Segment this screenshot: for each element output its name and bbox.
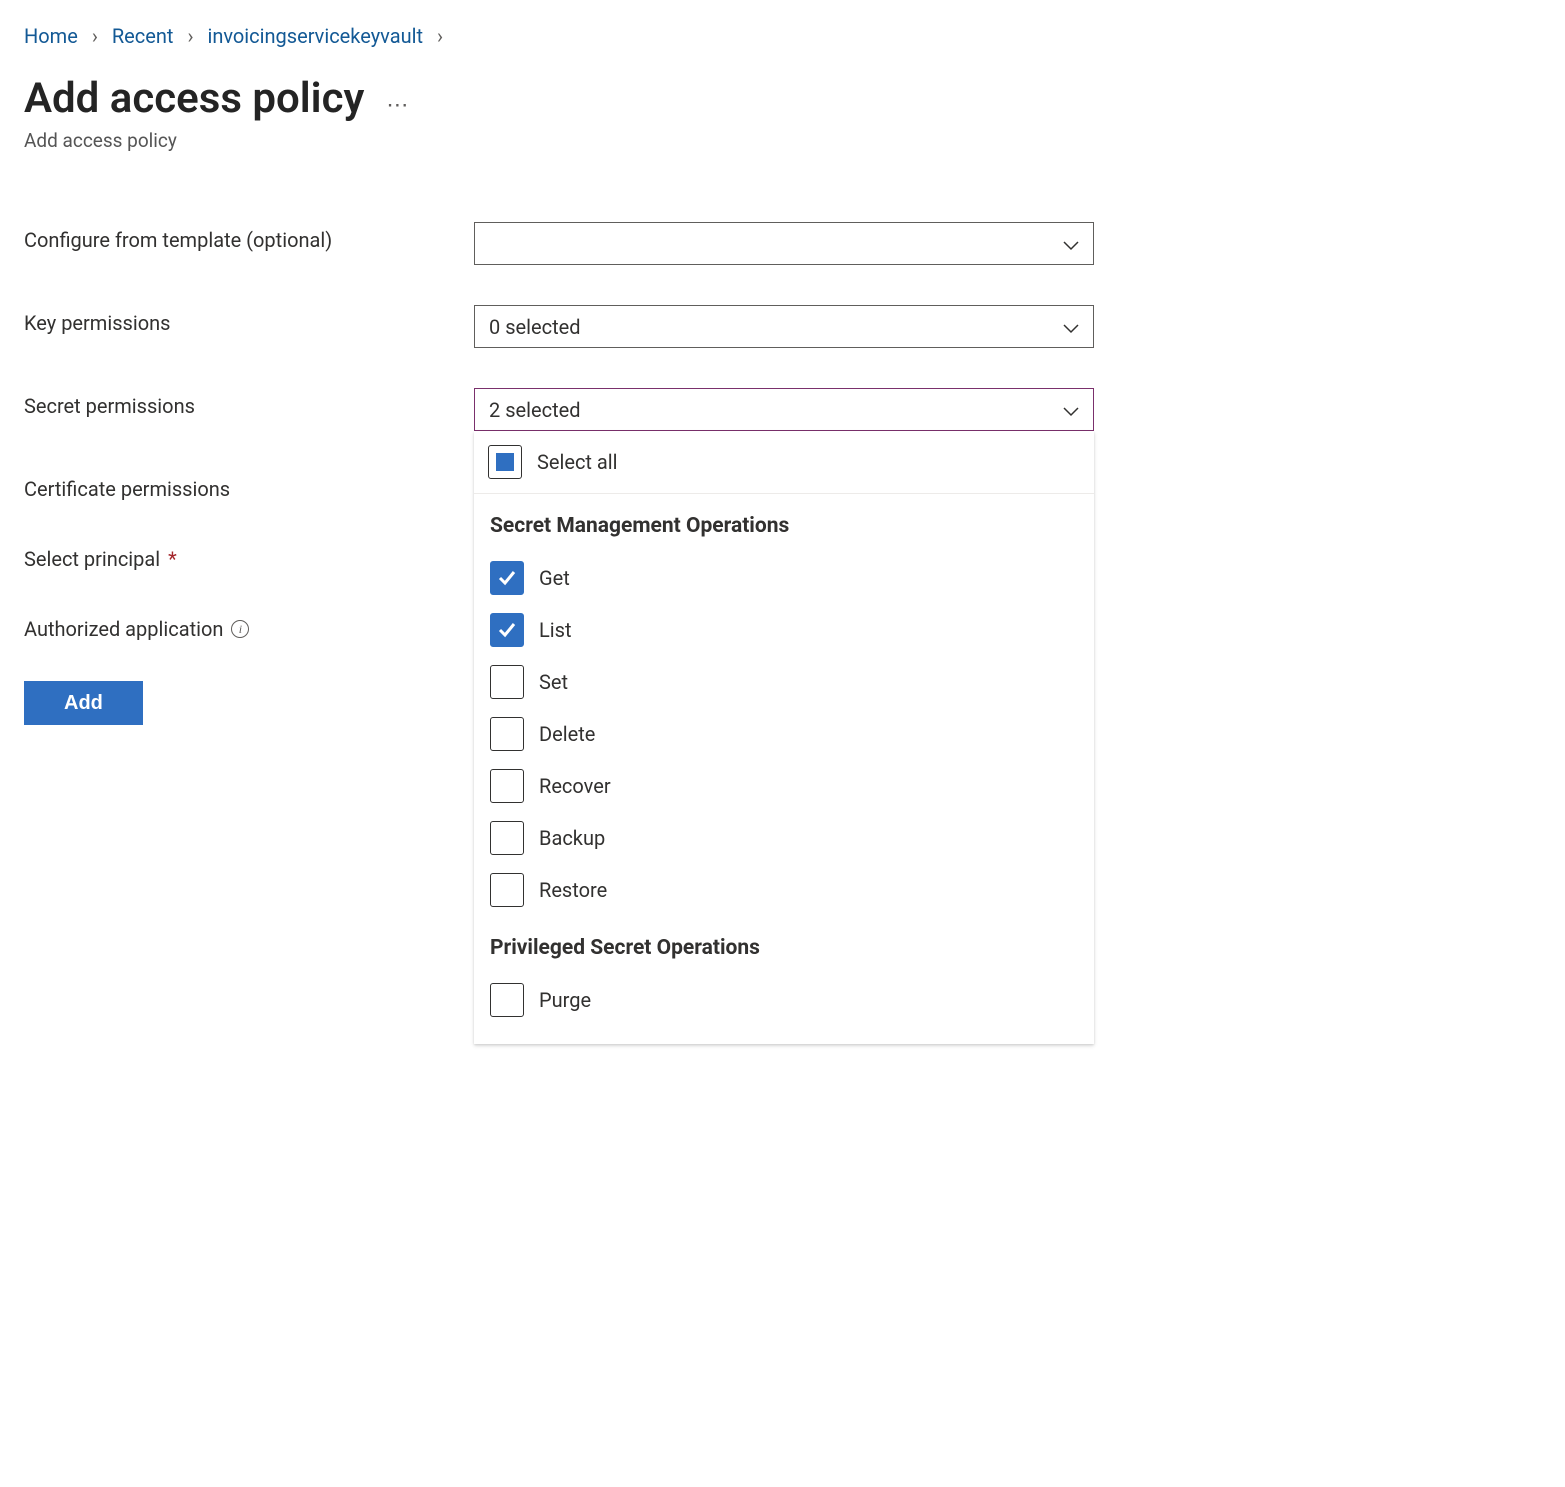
chevron-down-icon	[1063, 232, 1079, 256]
more-options-icon[interactable]: ⋯	[386, 79, 409, 118]
dropdown-option[interactable]: Delete	[474, 708, 1094, 760]
secret-permissions-value: 2 selected	[489, 398, 581, 422]
select-all-label: Select all	[537, 450, 618, 474]
key-permissions-select[interactable]: 0 selected	[474, 305, 1094, 348]
template-label: Configure from template (optional)	[24, 222, 474, 252]
breadcrumb-keyvault[interactable]: invoicingservicekeyvault	[207, 24, 423, 48]
option-checkbox[interactable]	[490, 769, 524, 803]
secret-permissions-dropdown: Select all Secret Management Operations G…	[474, 431, 1094, 1044]
option-label: List	[539, 618, 572, 642]
dropdown-group-header: Secret Management Operations	[474, 494, 1094, 552]
select-all-option[interactable]: Select all	[474, 431, 1094, 494]
option-checkbox[interactable]	[490, 983, 524, 1017]
option-checkbox[interactable]	[490, 665, 524, 699]
option-label: Backup	[539, 826, 605, 850]
option-checkbox[interactable]	[490, 561, 524, 595]
template-select[interactable]	[474, 222, 1094, 265]
dropdown-option[interactable]: List	[474, 604, 1094, 656]
chevron-right-icon: ›	[92, 24, 98, 48]
certificate-permissions-label: Certificate permissions	[24, 471, 474, 501]
option-checkbox[interactable]	[490, 873, 524, 907]
dropdown-option[interactable]: Set	[474, 656, 1094, 708]
page-subtitle: Add access policy	[24, 129, 1541, 152]
dropdown-option[interactable]: Get	[474, 552, 1094, 604]
option-label: Get	[539, 566, 570, 590]
dropdown-option[interactable]: Restore	[474, 864, 1094, 916]
option-label: Recover	[539, 774, 611, 798]
dropdown-option[interactable]: Purge	[474, 974, 1094, 1026]
option-label: Set	[539, 670, 568, 694]
chevron-down-icon	[1063, 398, 1079, 422]
key-permissions-label: Key permissions	[24, 305, 474, 335]
key-permissions-value: 0 selected	[489, 315, 581, 339]
dropdown-group-header: Privileged Secret Operations	[474, 916, 1094, 974]
secret-permissions-select[interactable]: 2 selected	[474, 388, 1094, 431]
option-label: Delete	[539, 722, 595, 746]
option-checkbox[interactable]	[490, 717, 524, 751]
chevron-down-icon	[1063, 315, 1079, 339]
option-checkbox[interactable]	[490, 613, 524, 647]
option-label: Purge	[539, 988, 591, 1012]
option-checkbox[interactable]	[490, 821, 524, 855]
breadcrumb: Home › Recent › invoicingservicekeyvault…	[24, 24, 1541, 48]
chevron-right-icon: ›	[437, 24, 443, 48]
select-all-checkbox[interactable]	[488, 445, 522, 479]
breadcrumb-recent[interactable]: Recent	[112, 24, 174, 48]
breadcrumb-home[interactable]: Home	[24, 24, 78, 48]
chevron-right-icon: ›	[187, 24, 193, 48]
secret-permissions-label: Secret permissions	[24, 388, 474, 418]
dropdown-option[interactable]: Recover	[474, 760, 1094, 812]
add-button[interactable]: Add	[24, 681, 143, 725]
authorized-application-label: Authorized application i	[24, 611, 474, 641]
page-title: Add access policy	[24, 74, 364, 123]
dropdown-option[interactable]: Backup	[474, 812, 1094, 864]
info-icon[interactable]: i	[231, 620, 249, 638]
option-label: Restore	[539, 878, 607, 902]
required-indicator: *	[168, 547, 177, 571]
select-principal-label: Select principal *	[24, 541, 474, 571]
